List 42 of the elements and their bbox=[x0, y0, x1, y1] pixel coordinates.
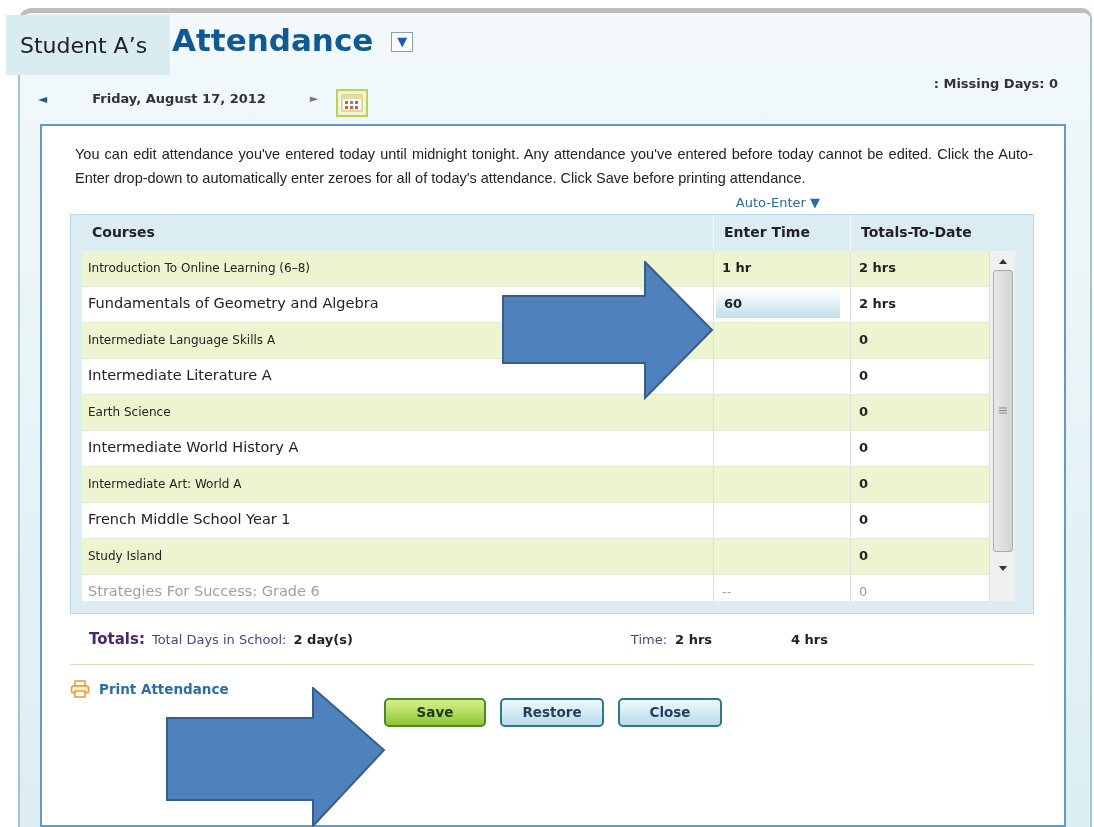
calendar-icon[interactable] bbox=[336, 89, 369, 117]
action-button[interactable]: Save bbox=[384, 697, 486, 727]
column-header: Totals-To-Date bbox=[850, 214, 989, 251]
previous-day-button[interactable]: ◄ bbox=[38, 90, 48, 108]
scroll-down-icon[interactable] bbox=[998, 565, 1007, 571]
scroll-thumb[interactable] bbox=[992, 269, 1013, 552]
date-label: Friday, August 17, 2012 bbox=[92, 90, 266, 109]
scrollbar[interactable] bbox=[989, 250, 1015, 601]
action-button[interactable]: Close bbox=[618, 697, 722, 727]
student-label: Student A’s bbox=[6, 15, 170, 75]
time-cell-text: -- bbox=[722, 583, 732, 601]
days-value: 2 day(s) bbox=[293, 630, 353, 649]
course-cell-text: Intermediate Language Skills A bbox=[87, 332, 277, 349]
next-day-button[interactable]: ► bbox=[309, 90, 319, 108]
totals-label: Totals: bbox=[89, 629, 145, 651]
action-button[interactable]: Restore bbox=[500, 697, 604, 727]
grip-icon bbox=[998, 407, 1007, 414]
course-cell-text: Intermediate Literature A bbox=[87, 366, 273, 386]
course-cell-text: Study Island bbox=[87, 548, 164, 565]
time-cell-text: 1 hr bbox=[722, 259, 752, 278]
time-label: Time: bbox=[630, 630, 668, 649]
course-cell-text: Intermediate Art: World A bbox=[87, 476, 243, 493]
column-header: Enter Time bbox=[713, 214, 850, 251]
time-value: 2 hrs bbox=[675, 630, 713, 649]
instructions-text: You can edit attendance you've entered today until midnight tonight. Any attendance you've entered before today cannot be edited. Click the Auto-Enter drop-down to automatically enter zeroes for all of today's attendance. Click Save before printing attendance. bbox=[75, 145, 1033, 188]
auto-enter-dropdown[interactable]: Auto-Enter ▼ bbox=[735, 193, 820, 213]
title-menu-button[interactable]: ▼ bbox=[391, 32, 414, 52]
course-cell-text: French Middle School Year 1 bbox=[87, 510, 292, 530]
course-cell-text: Strategies For Success: Grade 6 bbox=[87, 582, 321, 601]
printer-icon bbox=[70, 679, 90, 698]
course-cell-text: Fundamentals of Geometry and Algebra bbox=[87, 294, 380, 314]
scroll-up-icon[interactable] bbox=[998, 258, 1007, 264]
course-cell-text: Intermediate World History A bbox=[87, 438, 300, 458]
print-attendance-link[interactable]: Print Attendance bbox=[99, 678, 229, 699]
course-cell-text: Earth Science bbox=[87, 404, 172, 421]
time-input[interactable]: 60 bbox=[716, 290, 840, 318]
course-cell-text: Introduction To Online Learning (6–8) bbox=[87, 260, 311, 277]
days-label: Total Days in School: bbox=[151, 630, 287, 649]
missing-days-label: : Missing Days: 0 bbox=[933, 75, 1058, 93]
total-value: 4 hrs bbox=[791, 630, 829, 649]
page-title: Attendance bbox=[172, 20, 374, 60]
column-header: Courses bbox=[91, 223, 156, 242]
